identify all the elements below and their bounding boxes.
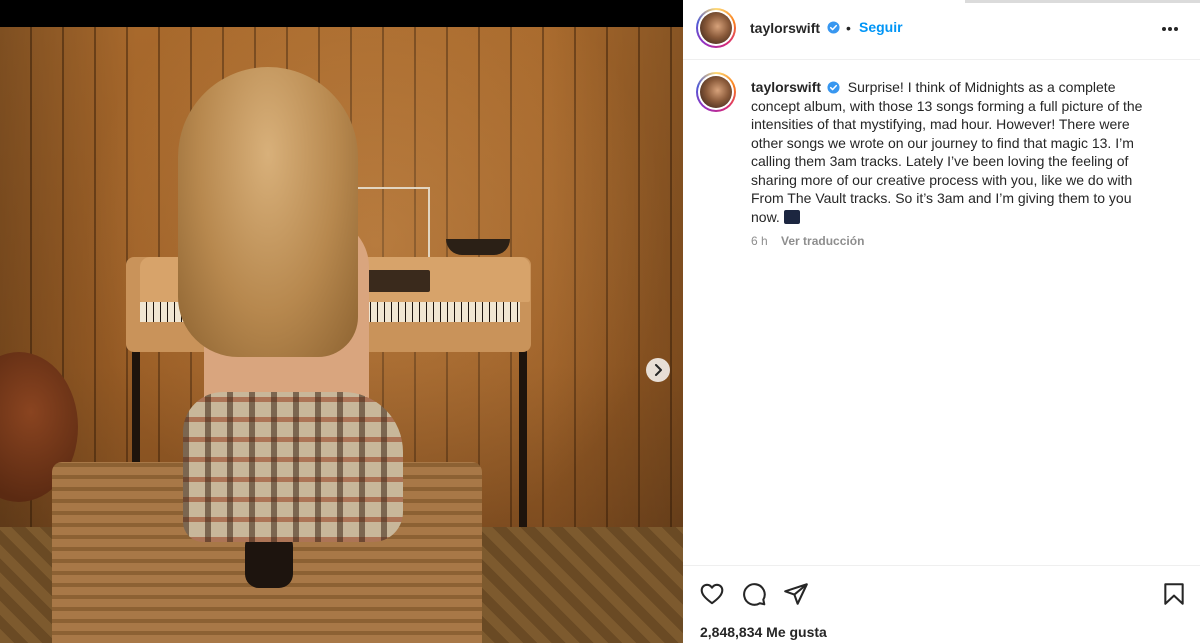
- caption-body: Surprise! I think of Midnights as a comp…: [751, 79, 1143, 225]
- moon-emoji-icon: [783, 209, 800, 224]
- post-photo: [0, 27, 683, 643]
- plaid-skirt: [183, 392, 403, 542]
- post-header: taylorswift • Seguir: [683, 0, 1200, 60]
- bookmark-icon[interactable]: [1161, 581, 1187, 607]
- like-count[interactable]: 2,848,834 Me gusta: [700, 624, 827, 640]
- overlay-edge: [965, 0, 1200, 3]
- seated-person: [178, 67, 408, 542]
- see-translation-link[interactable]: Ver traducción: [781, 234, 864, 248]
- caption-meta: 6 h Ver traducción: [751, 234, 864, 248]
- caption-text-block: taylorswift Surprise! I think of Midnigh…: [751, 78, 1161, 226]
- heart-icon[interactable]: [699, 581, 725, 607]
- next-photo-button[interactable]: [646, 358, 670, 382]
- media-top-bar: [0, 0, 683, 27]
- comment-icon[interactable]: [741, 581, 767, 607]
- header-avatar[interactable]: [696, 8, 736, 48]
- action-bar: 2,848,834 Me gusta: [683, 565, 1200, 643]
- verified-badge-icon: [827, 81, 840, 94]
- follow-button[interactable]: Seguir: [859, 19, 903, 35]
- share-icon[interactable]: [783, 581, 809, 607]
- post-time[interactable]: 6 h: [751, 234, 768, 248]
- verified-badge-icon: [827, 21, 840, 34]
- caption-username[interactable]: taylorswift: [751, 79, 821, 95]
- post-media: [0, 0, 683, 643]
- more-options-icon[interactable]: [1161, 19, 1185, 39]
- chevron-right-icon: [655, 364, 662, 376]
- caption-avatar[interactable]: [696, 72, 736, 112]
- separator-dot: •: [846, 20, 851, 36]
- post-caption: taylorswift Surprise! I think of Midnigh…: [683, 60, 1200, 565]
- ashtray: [446, 239, 510, 255]
- header-username[interactable]: taylorswift: [750, 20, 820, 36]
- post-side-panel: taylorswift • Seguir taylorswift Surpris…: [683, 0, 1200, 643]
